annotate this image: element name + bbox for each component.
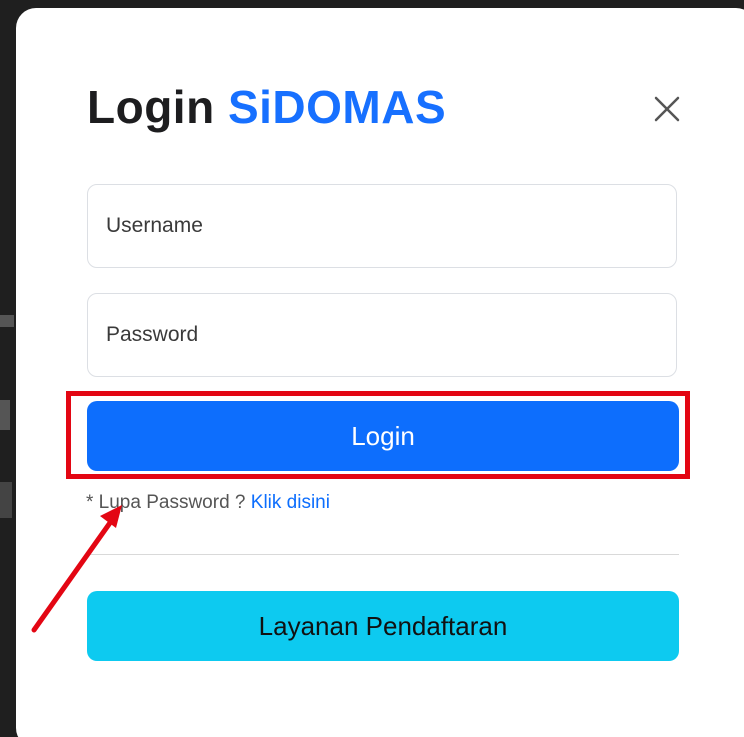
close-button[interactable] bbox=[650, 92, 684, 126]
backdrop-fragment bbox=[0, 315, 14, 327]
username-input[interactable] bbox=[87, 184, 677, 268]
forgot-password-link[interactable]: Klik disini bbox=[251, 492, 330, 513]
modal-title: Login SiDOMAS bbox=[87, 80, 446, 134]
divider bbox=[87, 554, 679, 555]
title-brand: SiDOMAS bbox=[227, 81, 447, 133]
forgot-password-row: * Lupa Password ? Klik disini bbox=[86, 492, 330, 514]
login-modal: Login SiDOMAS Login * Lupa Password ? Kl… bbox=[16, 8, 744, 737]
forgot-password-text: * Lupa Password ? bbox=[86, 492, 246, 513]
title-prefix: Login bbox=[87, 81, 215, 133]
close-icon bbox=[654, 96, 680, 122]
backdrop-fragment bbox=[0, 400, 10, 430]
backdrop-fragment bbox=[0, 482, 12, 518]
login-button-highlight bbox=[66, 391, 690, 479]
password-input[interactable] bbox=[87, 293, 677, 377]
register-service-button[interactable]: Layanan Pendaftaran bbox=[87, 591, 679, 661]
